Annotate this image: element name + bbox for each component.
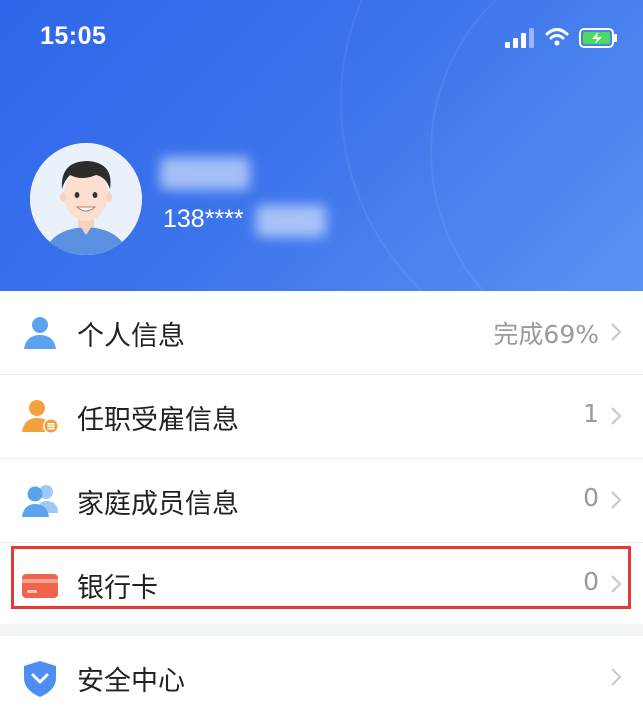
battery-icon	[579, 28, 619, 48]
family-icon	[20, 483, 60, 519]
menu-item-value: 1	[583, 399, 599, 428]
profile-header: 15:05 138****	[0, 0, 643, 291]
menu-item-value: 0	[583, 483, 599, 512]
system-icons	[505, 28, 625, 50]
chevron-right-icon	[609, 405, 623, 427]
menu-item-value: 0	[583, 567, 599, 596]
username-redacted	[160, 157, 250, 190]
signal-icon	[505, 28, 539, 48]
menu-item-label: 安全中心	[77, 666, 185, 697]
security-menu: 安全中心	[0, 636, 643, 723]
menu-item-employment-info[interactable]: 任职受雇信息 1	[0, 375, 643, 459]
menu-item-label: 家庭成员信息	[77, 489, 239, 520]
chevron-right-icon	[609, 666, 623, 688]
menu-item-personal-info[interactable]: 个人信息 完成69%	[0, 291, 643, 375]
menu-item-security-center[interactable]: 安全中心	[0, 636, 643, 723]
menu-item-value: 完成69%	[493, 320, 599, 349]
person-icon	[20, 315, 60, 351]
menu-item-label: 银行卡	[77, 573, 158, 604]
chevron-right-icon	[609, 489, 623, 511]
phone-redacted	[256, 205, 326, 237]
employment-icon	[20, 399, 60, 435]
menu-item-label: 个人信息	[77, 321, 185, 352]
section-divider	[0, 624, 643, 636]
bank-card-icon	[20, 567, 60, 603]
profile-menu: 个人信息 完成69% 任职受雇信息 1 家庭成员信息 0 银行卡 0	[0, 291, 643, 626]
phone-number: 138****	[163, 205, 244, 233]
chevron-right-icon	[609, 573, 623, 595]
wifi-icon	[545, 26, 569, 48]
avatar[interactable]	[30, 143, 142, 255]
menu-item-label: 任职受雇信息	[77, 405, 239, 436]
status-time: 15:05	[40, 22, 107, 50]
chevron-right-icon	[609, 321, 623, 343]
menu-item-family-info[interactable]: 家庭成员信息 0	[0, 459, 643, 543]
menu-item-bank-card[interactable]: 银行卡 0	[0, 543, 643, 626]
shield-icon	[20, 660, 60, 697]
avatar-image	[30, 143, 142, 255]
status-bar: 15:05	[0, 0, 643, 78]
